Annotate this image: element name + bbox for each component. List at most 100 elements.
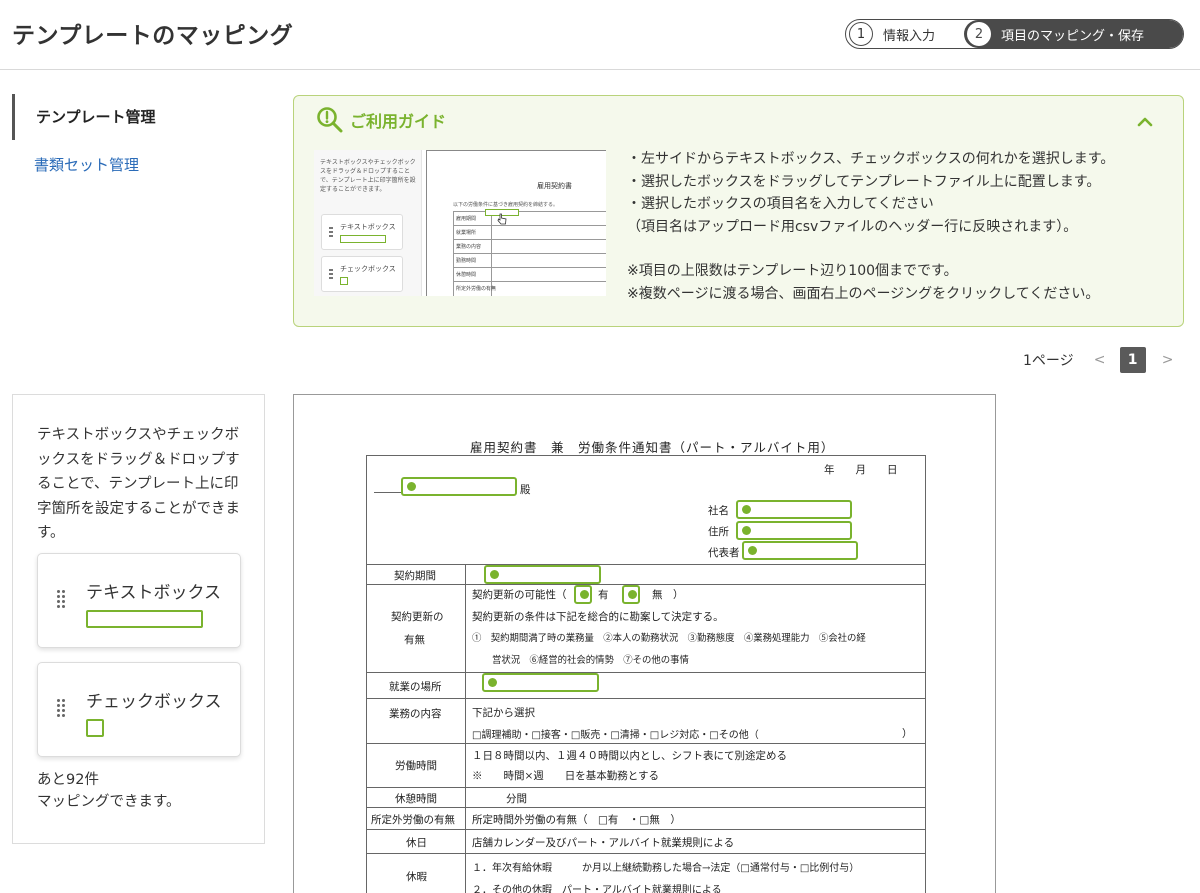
doc-label-hours: 労働時間 xyxy=(395,760,437,772)
guide-doc-line xyxy=(453,239,606,240)
guide-line: ※複数ページに渡る場合、画面右上のページングをクリックしてください。 xyxy=(627,285,1100,302)
doc-label-divider xyxy=(465,564,466,893)
page-button-current[interactable]: 1 xyxy=(1119,347,1146,373)
guide-instructions: ・左サイドからテキストボックス、チェックボックスの何れかを選択します。 ・選択し… xyxy=(627,148,1167,306)
guide-line: ※項目の上限数はテンプレート辺り100個までです。 xyxy=(627,263,958,280)
doc-overtime-value: 所定時間外労働の有無（ □有 ・□無 ） xyxy=(472,814,681,826)
remaining-count-line: あと92件 xyxy=(37,772,99,788)
doc-row-line xyxy=(366,564,926,565)
doc-duties-close: ） xyxy=(902,728,913,740)
doc-renewal-line-1a: 契約更新の可能性（ xyxy=(472,589,567,601)
guide-line: ・左サイドからテキストボックス、チェックボックスの何れかを選択します。 xyxy=(627,151,1115,167)
doc-row-line xyxy=(366,743,926,744)
doc-hours-line-1: １日８時間以内、１週４０時間以内とし、シフト表にて別途定める xyxy=(472,750,787,762)
guide-doc-line xyxy=(453,267,606,268)
next-page-button[interactable]: > xyxy=(1160,352,1176,368)
guide-line: ・選択したボックスをドラッグしてテンプレートファイル上に配置します。 xyxy=(627,173,1101,190)
remaining-count-line: マッピングできます。 xyxy=(37,794,181,810)
page-title: テンプレートのマッピング xyxy=(12,23,294,49)
guide-illustration-checkbox-label: チェックボックス xyxy=(340,265,396,273)
guide-illustration-doc-title: 雇用契約書 xyxy=(537,182,572,190)
guide-illustration-document: 雇用契約書 以下の労働条件に基づき雇用契約を締結する。 雇用期間 就業場所 業務… xyxy=(426,150,606,296)
doc-representative-label: 代表者 xyxy=(708,547,740,559)
template-document: 雇用契約書 兼 労働条件通知書（パート・アルバイト用） 年 月 日 殿 社名 住… xyxy=(294,395,995,893)
mapped-checkbox-renewal-yes[interactable] xyxy=(574,585,592,604)
step-number: 1 xyxy=(849,22,873,46)
guide-title: ご利用ガイド xyxy=(350,112,447,131)
doc-renewal-line-1c: 無 ） xyxy=(652,589,684,601)
doc-row-line xyxy=(366,807,926,808)
doc-row-line xyxy=(366,853,926,854)
doc-row-line xyxy=(366,787,926,788)
checkbox-tool-card[interactable]: チェックボックス xyxy=(37,662,241,757)
step-number: 2 xyxy=(967,22,991,46)
guide-header: ご利用ガイド xyxy=(316,106,446,134)
usage-guide-panel: ご利用ガイド テキストボックスやチェックボックスをドラッグ＆ドロップすることで、… xyxy=(293,95,1184,327)
sidebar-item-document-set-management[interactable]: 書類セット管理 xyxy=(12,142,252,188)
doc-address-label: 住所 xyxy=(708,526,729,538)
mapped-textbox-representative[interactable] xyxy=(742,541,858,560)
guide-doc-cell: 勤務時間 xyxy=(456,258,477,264)
doc-row-line xyxy=(366,698,926,699)
doc-label-contract-period: 契約期間 xyxy=(394,570,436,582)
mapped-textbox-contract-period[interactable] xyxy=(484,565,601,584)
guide-doc-cell: 雇用期間 xyxy=(456,216,477,222)
guide-doc-line xyxy=(453,253,606,254)
guide-doc-vline xyxy=(491,211,492,296)
progress-stepper: 1 情報入力 2 項目のマッピング・保存 xyxy=(845,19,1184,49)
textbox-shape xyxy=(86,610,203,628)
page-label: 1ページ xyxy=(1023,353,1074,369)
step-info-input: 1 情報入力 xyxy=(846,20,964,48)
mapped-checkbox-renewal-no[interactable] xyxy=(622,585,640,604)
step-label: 情報入力 xyxy=(883,28,936,44)
doc-duties-line-1: 下記から選択 xyxy=(472,707,535,719)
doc-renewal-line-4: 営状況 ⑥経営的社会的情勢 ⑦その他の事情 xyxy=(492,655,689,666)
guide-illustration-checkbox-card: チェックボックス xyxy=(321,256,403,292)
doc-label-renewal: 契約更新の xyxy=(391,611,444,623)
drag-handle-icon[interactable] xyxy=(57,699,66,719)
guide-illustration-desc: テキストボックスやチェックボックスをドラッグ＆ドロップすることで、テンプレート上… xyxy=(320,159,416,193)
doc-row-line xyxy=(366,829,926,830)
doc-company-label: 社名 xyxy=(708,505,729,517)
guide-doc-cell: 休憩時間 xyxy=(456,272,477,278)
checkbox-shape xyxy=(86,719,104,737)
guide-illustration-toolbox: テキストボックスやチェックボックスをドラッグ＆ドロップすることで、テンプレート上… xyxy=(314,150,422,296)
guide-line: ・選択したボックスの項目名を入力してください xyxy=(627,196,934,213)
collapse-chevron-up-icon[interactable] xyxy=(1135,112,1155,132)
guide-doc-cell: 所定外労働の有無 xyxy=(456,286,497,292)
hand-cursor-icon xyxy=(497,213,507,225)
remaining-count: あと92件 マッピングできます。 xyxy=(37,769,181,813)
mapped-textbox-addressee[interactable] xyxy=(401,477,517,496)
mapped-textbox-workplace[interactable] xyxy=(482,673,599,692)
doc-honorific: 殿 xyxy=(520,484,531,496)
guide-illustration-checkbox-shape xyxy=(340,277,348,285)
drag-handle-icon[interactable] xyxy=(57,590,66,610)
doc-border-left xyxy=(366,455,367,893)
grip-icon xyxy=(329,269,333,279)
sidebar-item-template-management[interactable]: テンプレート管理 xyxy=(12,94,252,140)
doc-label-holiday: 休日 xyxy=(406,837,427,849)
doc-holiday-value: 店舗カレンダー及びパート・アルバイト就業規則による xyxy=(472,837,735,849)
sidebar-nav: テンプレート管理 書類セット管理 xyxy=(12,94,252,188)
textbox-tool-card[interactable]: テキストボックス xyxy=(37,553,241,648)
guide-illustration: テキストボックスやチェックボックスをドラッグ＆ドロップすることで、テンプレート上… xyxy=(314,150,606,296)
doc-label-renewal-2: 有無 xyxy=(404,634,425,646)
guide-search-icon xyxy=(317,107,343,133)
mapped-textbox-address[interactable] xyxy=(736,521,852,540)
doc-label-overtime: 所定外労働の有無 xyxy=(371,814,455,826)
guide-illustration-doc-sub: 以下の労働条件に基づき雇用契約を締結する。 xyxy=(453,202,559,208)
doc-leave-line-1: １．年次有給休暇 か月以上継続勤務した場合→法定（□通常付与・□比例付与） xyxy=(472,863,860,874)
prev-page-button[interactable]: < xyxy=(1092,352,1108,368)
doc-renewal-line-2: 契約更新の条件は下記を総合的に勘案して決定する。 xyxy=(472,611,724,623)
doc-row-line xyxy=(366,584,926,585)
template-document-canvas[interactable]: 雇用契約書 兼 労働条件通知書（パート・アルバイト用） 年 月 日 殿 社名 住… xyxy=(293,394,996,893)
guide-doc-line xyxy=(453,225,606,226)
step-mapping-save: 2 項目のマッピング・保存 xyxy=(964,20,1183,48)
guide-illustration-textbox-card: テキストボックス xyxy=(321,214,403,250)
doc-label-break: 休憩時間 xyxy=(395,793,437,805)
doc-row-line xyxy=(366,672,926,673)
guide-doc-cell: 就業場所 xyxy=(456,230,477,236)
tool-panel: テキストボックスやチェックボックスをドラッグ＆ドロップすることで、テンプレート上… xyxy=(12,394,265,844)
mapped-textbox-company[interactable] xyxy=(736,500,852,519)
guide-doc-vline xyxy=(453,211,454,296)
